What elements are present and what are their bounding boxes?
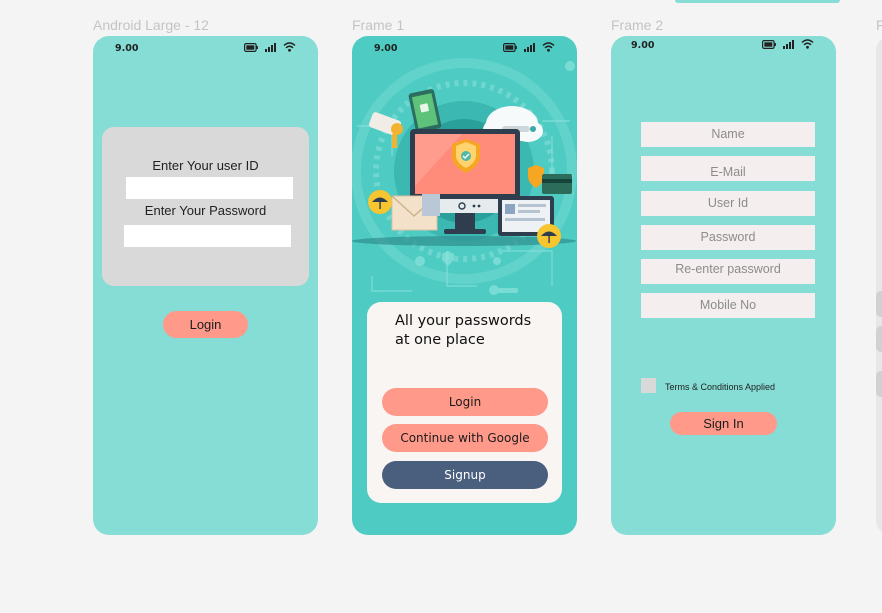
password-label: Enter Your Password — [144, 203, 267, 218]
login-button[interactable]: Login — [163, 311, 248, 338]
battery-icon — [244, 42, 258, 52]
login-screen-frame: 9.00 Enter Your user ID Enter Your Passw… — [93, 36, 318, 535]
frame-label-android-large-12: Android Large - 12 — [93, 17, 209, 33]
welcome-card: All your passwords at one place Login Co… — [367, 302, 562, 503]
wifi-icon — [801, 39, 814, 49]
partial-frame-element — [876, 291, 882, 317]
signup-screen-frame: 9.00 Name E-Mail User Id Password Re-ent… — [611, 36, 836, 535]
signup-button[interactable]: Signup — [382, 461, 548, 489]
partial-frame — [876, 36, 882, 535]
login-card: Enter Your user ID Enter Your Password — [102, 127, 309, 286]
welcome-screen-frame: 9.00 All your passwords at one place Log… — [352, 36, 577, 535]
partial-frame-element — [876, 326, 882, 352]
security-illustration — [352, 58, 577, 295]
reenter-password-field[interactable]: Re-enter password — [641, 259, 815, 284]
status-time: 9.00 — [115, 43, 139, 54]
frame-label-frame-2: Frame 2 — [611, 17, 664, 33]
user-id-label: Enter Your user ID — [152, 158, 259, 173]
terms-label: Terms & Conditions Applied — [665, 382, 776, 392]
offscreen-frame-edge — [675, 0, 840, 3]
frame-label-partial: F — [876, 17, 882, 33]
wifi-icon — [283, 42, 296, 52]
mobile-number-field[interactable]: Mobile No — [641, 293, 815, 318]
status-bar: 9.00 — [611, 39, 836, 56]
partial-frame-element — [876, 371, 882, 397]
email-field[interactable]: E-Mail — [641, 156, 815, 181]
login-button[interactable]: Login — [382, 388, 548, 416]
password-input[interactable] — [124, 225, 291, 247]
user-id-field[interactable]: User Id — [641, 191, 815, 216]
sign-in-button[interactable]: Sign In — [670, 412, 777, 435]
user-id-input[interactable] — [126, 177, 293, 199]
continue-with-google-button[interactable]: Continue with Google — [382, 424, 548, 452]
battery-icon — [762, 39, 776, 49]
password-field[interactable]: Password — [641, 225, 815, 250]
status-bar: 9.00 — [93, 42, 318, 56]
welcome-headline: All your passwords at one place — [395, 313, 532, 348]
signal-icon — [265, 42, 276, 52]
signal-icon — [783, 39, 794, 49]
terms-checkbox[interactable] — [641, 378, 656, 393]
frame-label-frame-1: Frame 1 — [352, 17, 405, 33]
status-time: 9.00 — [631, 40, 655, 51]
name-field[interactable]: Name — [641, 122, 815, 147]
